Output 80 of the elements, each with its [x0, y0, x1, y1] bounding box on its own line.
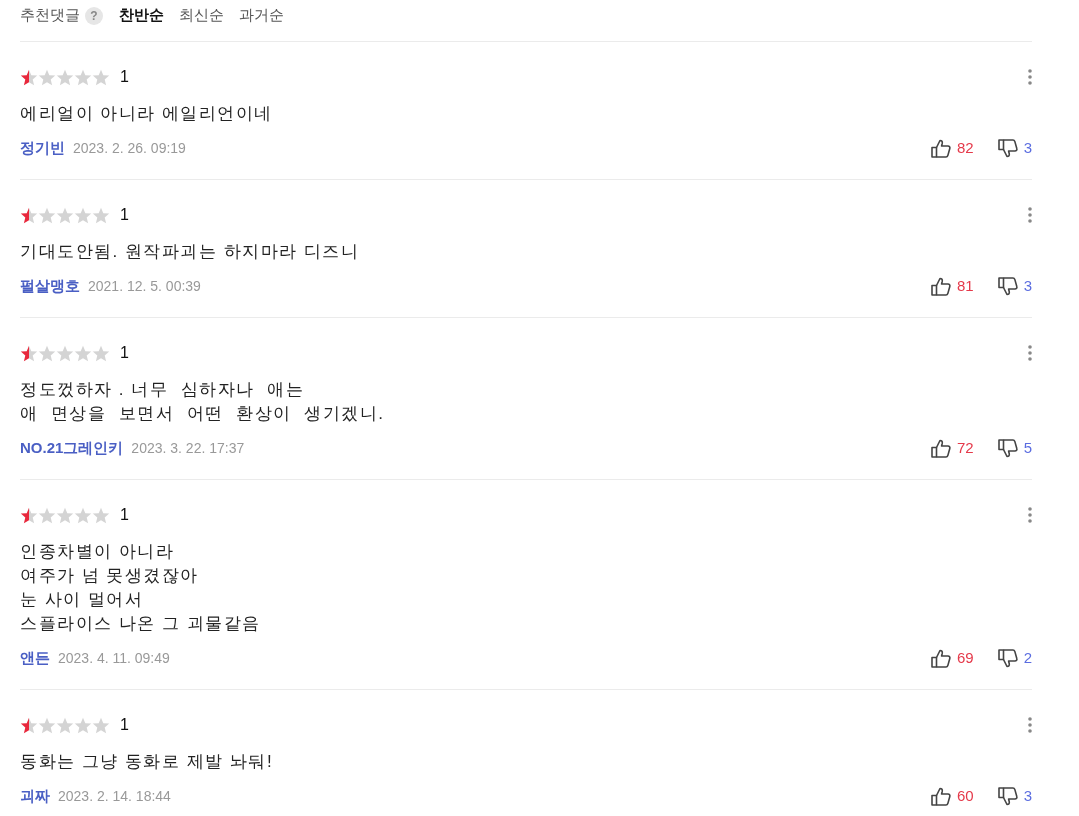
- rating-score: 1: [120, 205, 129, 225]
- more-options-button[interactable]: [1026, 343, 1034, 363]
- star-icon: [56, 68, 74, 86]
- star-icon: [38, 68, 56, 86]
- star-icon: [38, 506, 56, 524]
- comment-text: 에리얼이 아니라 에일리언이네: [20, 103, 274, 125]
- star-icon: [38, 206, 56, 224]
- star-icon: [56, 506, 74, 524]
- dislike-button[interactable]: 5: [997, 436, 1032, 460]
- author-link[interactable]: 정기빈: [20, 136, 65, 160]
- rating-score: 1: [120, 343, 129, 363]
- star-icon: [92, 206, 110, 224]
- thumbs-up-icon: [930, 648, 951, 668]
- comment-text: 정도껐하자 . 너무 심하자나 애는 애 면상을 보면서 어떤 환상이 생기겠니.: [20, 379, 386, 425]
- thumbs-up-icon: [930, 276, 951, 296]
- comment-date: 2023. 2. 14. 18:44: [58, 786, 171, 806]
- thumbs-down-icon: [997, 138, 1018, 158]
- star-icon: [20, 716, 38, 734]
- star-icon: [20, 506, 38, 524]
- thumbs-down-icon: [997, 648, 1018, 668]
- star-icon: [92, 344, 110, 362]
- thumbs-up-icon: [930, 438, 951, 458]
- like-button[interactable]: 82: [930, 136, 974, 160]
- star-icon: [74, 506, 92, 524]
- more-options-button[interactable]: [1026, 505, 1034, 525]
- star-icon: [56, 716, 74, 734]
- more-options-button[interactable]: [1026, 205, 1034, 225]
- star-icon: [56, 206, 74, 224]
- star-icon: [74, 206, 92, 224]
- star-icon: [92, 716, 110, 734]
- comment-date: 2023. 4. 11. 09:49: [58, 648, 170, 668]
- help-button[interactable]: ?: [85, 6, 103, 25]
- more-options-button[interactable]: [1026, 67, 1034, 87]
- star-icon: [20, 68, 38, 86]
- comment-date: 2023. 2. 26. 09:19: [73, 138, 186, 158]
- like-button[interactable]: 69: [930, 646, 974, 670]
- star-icon: [74, 716, 92, 734]
- more-vertical-icon: [1028, 345, 1032, 361]
- rating-score: 1: [120, 67, 129, 87]
- star-icon: [92, 506, 110, 524]
- comment-text: 인종차별이 아니라 여주가 넘 못생겼잖아 눈 사이 멀어서 스플라이스 나온 그 괴물같음: [20, 541, 262, 635]
- more-vertical-icon: [1028, 69, 1032, 85]
- thumbs-down-icon: [997, 786, 1018, 806]
- star-icon: [74, 68, 92, 86]
- more-vertical-icon: [1028, 717, 1032, 733]
- star-icon: [38, 344, 56, 362]
- sort-tab[interactable]: 찬반순: [119, 4, 164, 27]
- rating-score: 1: [120, 715, 129, 735]
- star-icon: [92, 68, 110, 86]
- thumbs-down-icon: [997, 276, 1018, 296]
- thumbs-up-icon: [930, 786, 951, 806]
- more-vertical-icon: [1028, 207, 1032, 223]
- comment-text: 기대도안됨. 원작파괴는 하지마라 디즈니: [20, 241, 361, 263]
- thumbs-up-icon: [930, 138, 951, 158]
- section-label: 추천댓글: [20, 5, 80, 26]
- sort-tab[interactable]: 과거순: [239, 4, 284, 27]
- like-button[interactable]: 60: [930, 784, 974, 808]
- thumbs-down-icon: [997, 438, 1018, 458]
- author-link[interactable]: NO.21그레인키: [20, 436, 124, 460]
- star-icon: [20, 344, 38, 362]
- comment-date: 2021. 12. 5. 00:39: [88, 276, 201, 296]
- comment-text: 동화는 그냥 동화로 제발 놔둬!: [20, 751, 275, 773]
- star-icon: [20, 206, 38, 224]
- star-icon: [38, 716, 56, 734]
- author-link[interactable]: 앤든: [20, 646, 50, 670]
- dislike-button[interactable]: 3: [997, 274, 1032, 298]
- rating-score: 1: [120, 505, 129, 525]
- dislike-button[interactable]: 3: [997, 136, 1032, 160]
- like-button[interactable]: 81: [930, 274, 974, 298]
- author-link[interactable]: 펄살맹호: [20, 274, 80, 298]
- author-link[interactable]: 괴짜: [20, 784, 50, 808]
- sort-tab[interactable]: 최신순: [179, 4, 224, 27]
- more-options-button[interactable]: [1026, 715, 1034, 735]
- dislike-button[interactable]: 2: [997, 646, 1032, 670]
- star-icon: [56, 344, 74, 362]
- dislike-button[interactable]: 3: [997, 784, 1032, 808]
- more-vertical-icon: [1028, 507, 1032, 523]
- star-icon: [74, 344, 92, 362]
- like-button[interactable]: 72: [930, 436, 974, 460]
- comment-date: 2023. 3. 22. 17:37: [131, 438, 245, 458]
